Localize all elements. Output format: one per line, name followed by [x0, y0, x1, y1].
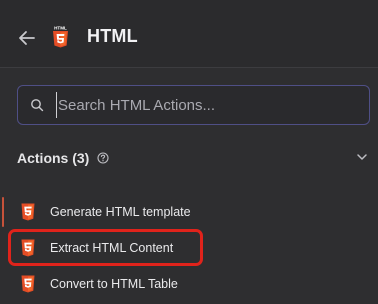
list-item[interactable]: Convert to HTML Table — [0, 267, 378, 301]
section-title: Actions (3) — [17, 150, 90, 166]
page-title: HTML — [87, 26, 138, 46]
html5-logo-icon — [21, 275, 35, 293]
html5-logo-icon — [21, 203, 35, 221]
list-item[interactable]: Generate HTML template — [0, 195, 378, 229]
chevron-down-icon[interactable] — [356, 151, 368, 163]
list-item[interactable]: Extract HTML Content — [0, 231, 378, 265]
arrow-left-icon — [19, 31, 35, 45]
selection-accent — [2, 197, 4, 227]
action-label: Generate HTML template — [50, 205, 191, 219]
svg-text:HTML: HTML — [54, 26, 67, 31]
search-input[interactable] — [56, 92, 356, 118]
html5-logo-icon: HTML — [53, 26, 68, 48]
back-button[interactable] — [16, 27, 38, 49]
actions-section-header[interactable]: Actions (3) — [17, 146, 370, 170]
action-label: Extract HTML Content — [50, 241, 174, 255]
actions-panel: HTML HTML Actions (3) — [0, 0, 378, 304]
search-box[interactable] — [17, 85, 370, 125]
action-label: Convert to HTML Table — [50, 277, 178, 291]
html5-logo-icon — [21, 239, 35, 257]
question-circle-icon[interactable] — [97, 152, 109, 164]
search-icon — [31, 99, 44, 112]
panel-header: HTML HTML — [0, 0, 378, 68]
